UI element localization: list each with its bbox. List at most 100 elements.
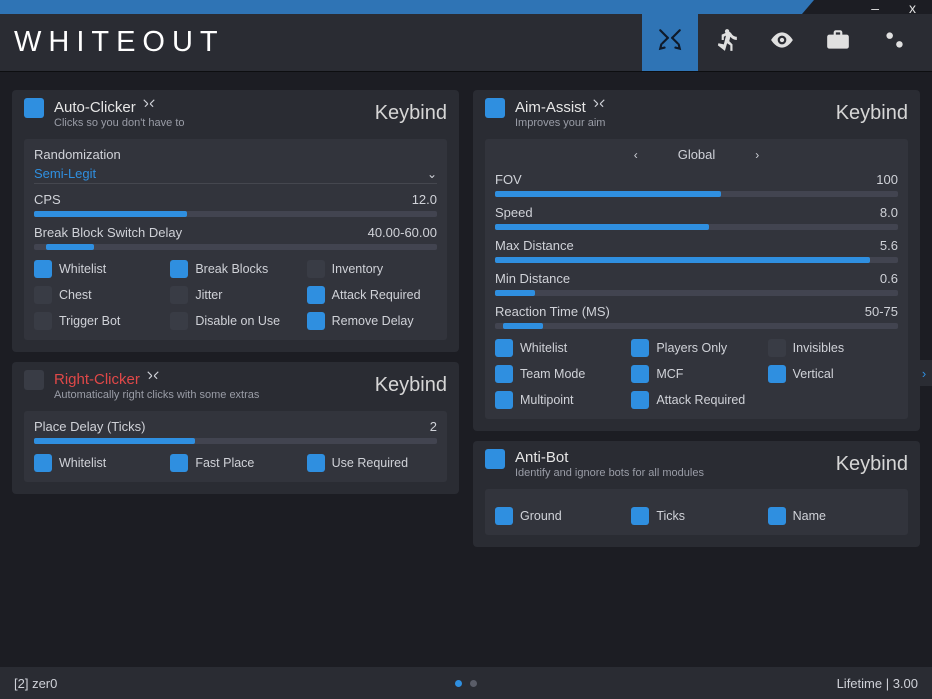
- footer-version: Lifetime | 3.00: [837, 676, 918, 691]
- right-clicker-subtitle: Automatically right clicks with some ext…: [54, 389, 259, 401]
- paginator-label: Global: [678, 147, 716, 162]
- tab-settings[interactable]: [866, 14, 922, 71]
- speed-value: 8.0: [880, 205, 898, 220]
- fov-slider[interactable]: [495, 191, 898, 197]
- check-break-blocks[interactable]: Break Blocks: [170, 260, 300, 278]
- check-attack-required[interactable]: Attack Required: [307, 286, 437, 304]
- tab-visuals[interactable]: [754, 14, 810, 71]
- walk-icon: [713, 27, 739, 58]
- check-vertical[interactable]: Vertical: [768, 365, 898, 383]
- maxdist-slider[interactable]: [495, 257, 898, 263]
- paginator-next[interactable]: ›: [755, 148, 759, 162]
- check-ticks[interactable]: Ticks: [631, 507, 761, 525]
- title-bar: – x: [0, 0, 932, 14]
- break-delay-label: Break Block Switch Delay: [34, 225, 182, 240]
- speed-slider[interactable]: [495, 224, 898, 230]
- footer-user: [2] zer0: [14, 676, 57, 691]
- right-clicker-toggle[interactable]: [24, 370, 44, 390]
- check-players-only[interactable]: Players Only: [631, 339, 761, 357]
- check-multipoint[interactable]: Multipoint: [495, 391, 625, 409]
- header: WHITEOUT: [0, 14, 932, 72]
- anti-bot-toggle[interactable]: [485, 449, 505, 469]
- aim-assist-keybind[interactable]: Keybind: [836, 102, 908, 125]
- right-clicker-checks: Whitelist Fast Place Use Required: [34, 454, 437, 472]
- fov-label: FOV: [495, 172, 522, 187]
- auto-clicker-checks: Whitelist Break Blocks Inventory Chest J…: [34, 260, 437, 330]
- check-mcf[interactable]: MCF: [631, 365, 761, 383]
- right-clicker-title: Right-Clicker: [54, 370, 259, 388]
- minimize-button[interactable]: –: [871, 0, 879, 16]
- close-button[interactable]: x: [909, 0, 916, 16]
- paginator-prev[interactable]: ‹: [634, 148, 638, 162]
- place-delay-value: 2: [430, 419, 437, 434]
- check-name[interactable]: Name: [768, 507, 898, 525]
- right-column: Aim-Assist Improves your aim Keybind ‹ G…: [473, 90, 920, 656]
- auto-clicker-keybind[interactable]: Keybind: [375, 102, 447, 125]
- check-aa-whitelist[interactable]: Whitelist: [495, 339, 625, 357]
- page-dot-1[interactable]: [455, 680, 462, 687]
- module-aim-assist: Aim-Assist Improves your aim Keybind ‹ G…: [473, 90, 920, 431]
- gears-icon: [881, 27, 907, 58]
- anti-bot-checks: Ground Ticks Name: [495, 507, 898, 525]
- check-trigger-bot[interactable]: Trigger Bot: [34, 312, 164, 330]
- anti-bot-title: Anti-Bot: [515, 449, 704, 466]
- check-remove-delay[interactable]: Remove Delay: [307, 312, 437, 330]
- maxdist-label: Max Distance: [495, 238, 574, 253]
- aim-assist-toggle[interactable]: [485, 98, 505, 118]
- check-team-mode[interactable]: Team Mode: [495, 365, 625, 383]
- speed-label: Speed: [495, 205, 533, 220]
- swords-icon: [592, 98, 606, 116]
- tab-utility[interactable]: [810, 14, 866, 71]
- expand-side-button[interactable]: ›: [916, 360, 932, 386]
- cps-label: CPS: [34, 192, 61, 207]
- check-aa-attack-required[interactable]: Attack Required: [631, 391, 761, 409]
- reaction-slider[interactable]: [495, 323, 898, 329]
- check-ground[interactable]: Ground: [495, 507, 625, 525]
- place-delay-label: Place Delay (Ticks): [34, 419, 145, 434]
- check-invisibles[interactable]: Invisibles: [768, 339, 898, 357]
- anti-bot-subtitle: Identify and ignore bots for all modules: [515, 467, 704, 479]
- auto-clicker-toggle[interactable]: [24, 98, 44, 118]
- swords-icon: [142, 98, 156, 116]
- check-disable-on-use[interactable]: Disable on Use: [170, 312, 300, 330]
- page-dot-2[interactable]: [470, 680, 477, 687]
- check-whitelist[interactable]: Whitelist: [34, 260, 164, 278]
- check-chest[interactable]: Chest: [34, 286, 164, 304]
- place-delay-slider[interactable]: [34, 438, 437, 444]
- tab-combat[interactable]: [642, 14, 698, 71]
- aim-assist-subtitle: Improves your aim: [515, 117, 606, 129]
- right-clicker-keybind[interactable]: Keybind: [375, 374, 447, 397]
- swords-icon: [657, 27, 683, 58]
- maxdist-value: 5.6: [880, 238, 898, 253]
- chevron-down-icon: ⌄: [427, 167, 437, 181]
- left-column: Auto-Clicker Clicks so you don't have to…: [12, 90, 459, 656]
- aim-assist-title: Aim-Assist: [515, 98, 606, 116]
- swords-icon: [146, 370, 160, 388]
- check-inventory[interactable]: Inventory: [307, 260, 437, 278]
- module-right-clicker: Right-Clicker Automatically right clicks…: [12, 362, 459, 494]
- fov-value: 100: [876, 172, 898, 187]
- mindist-value: 0.6: [880, 271, 898, 286]
- mindist-slider[interactable]: [495, 290, 898, 296]
- break-delay-value: 40.00-60.00: [368, 225, 437, 240]
- footer: [2] zer0 Lifetime | 3.00: [0, 667, 932, 699]
- toolbox-icon: [825, 27, 851, 58]
- auto-clicker-subtitle: Clicks so you don't have to: [54, 117, 185, 129]
- header-tabs: [642, 14, 922, 71]
- randomization-label: Randomization: [34, 147, 121, 162]
- cps-slider[interactable]: [34, 211, 437, 217]
- content: Auto-Clicker Clicks so you don't have to…: [0, 72, 932, 666]
- mindist-label: Min Distance: [495, 271, 570, 286]
- aim-assist-checks: Whitelist Players Only Invisibles Team M…: [495, 339, 898, 409]
- cps-value: 12.0: [412, 192, 437, 207]
- auto-clicker-title: Auto-Clicker: [54, 98, 185, 116]
- check-jitter[interactable]: Jitter: [170, 286, 300, 304]
- break-delay-slider[interactable]: [34, 244, 437, 250]
- tab-movement[interactable]: [698, 14, 754, 71]
- check-use-required[interactable]: Use Required: [307, 454, 437, 472]
- anti-bot-keybind[interactable]: Keybind: [836, 453, 908, 476]
- page-dots[interactable]: [455, 680, 477, 687]
- randomization-select[interactable]: Semi-Legit ⌄: [34, 166, 437, 184]
- check-rc-whitelist[interactable]: Whitelist: [34, 454, 164, 472]
- check-fast-place[interactable]: Fast Place: [170, 454, 300, 472]
